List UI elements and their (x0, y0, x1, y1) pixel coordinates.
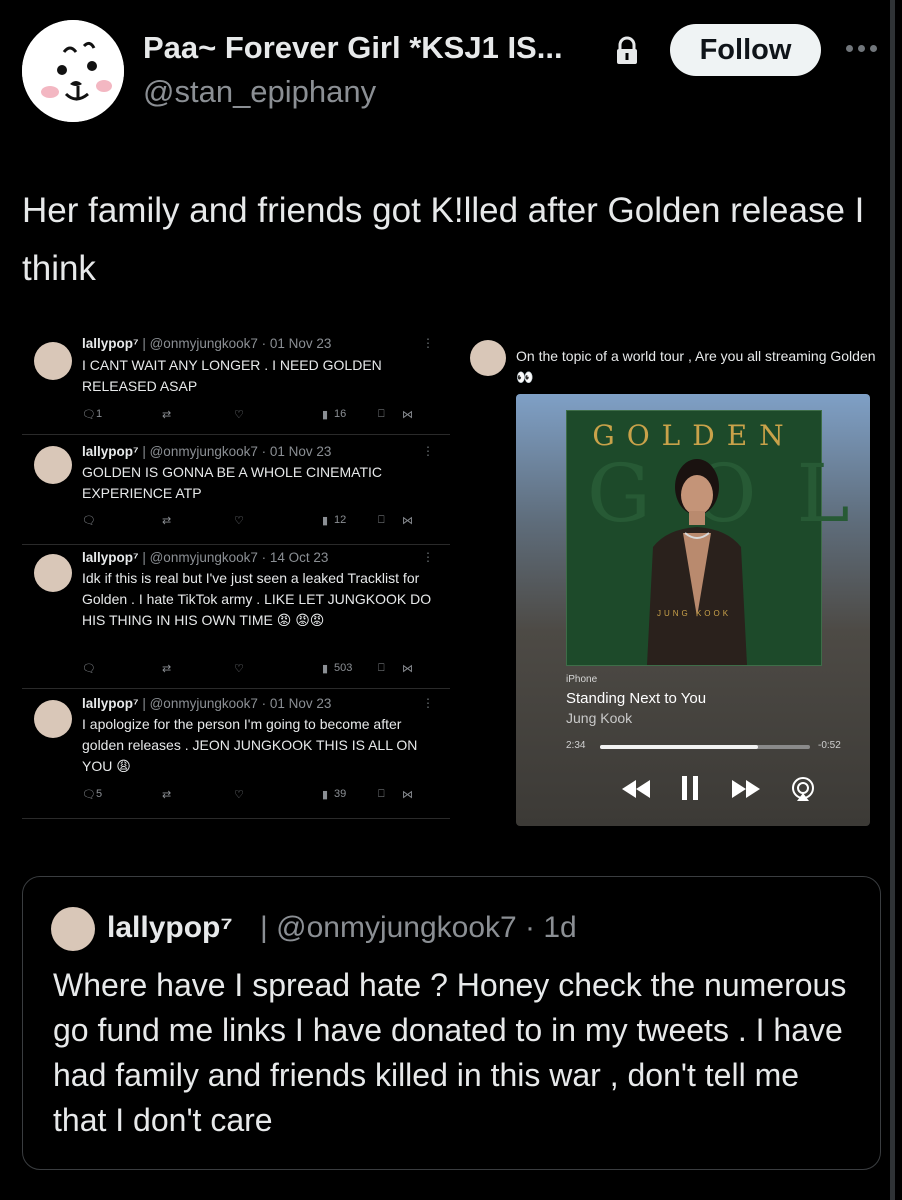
tweet-body: GOLDEN IS GONNA BE A WHOLE CINEMATIC EXP… (82, 464, 383, 501)
more-icon: ⋮ (422, 550, 434, 564)
quoted-tweet-text: Where have I spread hate ? Honey check t… (53, 967, 847, 1138)
tweet-actions: 🗨︎ ⇄ ♡ ▮ 503 ⎕ ⋈ (82, 662, 426, 678)
avatar[interactable] (51, 907, 95, 951)
views-icon: ▮ (322, 789, 329, 801)
elapsed-time: 2:34 (566, 740, 586, 751)
bookmark-icon: ⎕ (378, 788, 385, 800)
divider (22, 434, 450, 435)
tweet-body: I CANT WAIT ANY LONGER . I NEED GOLDEN R… (82, 357, 382, 394)
music-player: GOLDEN GOLDEN JUNG KOOK iPhone Standing … (516, 394, 870, 826)
output-device: iPhone (566, 674, 598, 685)
more-options-icon[interactable] (846, 40, 880, 56)
album-cover: GOLDEN GOLDEN JUNG KOOK (566, 410, 870, 666)
avatar (34, 554, 72, 592)
more-icon: ⋮ (422, 696, 434, 710)
tweet-body: Idk if this is real but I've just seen a… (82, 570, 432, 628)
retweet-icon: ⇄ (162, 409, 172, 421)
like-icon: ♡ (234, 409, 244, 421)
views-icon: ▮ (322, 663, 329, 675)
song-title: Standing Next to You (566, 690, 707, 707)
retweet-icon: ⇄ (162, 789, 172, 801)
share-icon: ⋈ (402, 789, 413, 801)
author-handle: | @onmyjungkook7 · 01 Nov 23 (142, 336, 332, 351)
progress-bar (600, 745, 810, 749)
fast-forward-icon (732, 780, 760, 798)
reply-icon: 🗨︎ (82, 515, 96, 527)
quoted-author-handle[interactable]: | @onmyjungkook7 · 1d (260, 911, 577, 945)
quoted-tweet[interactable]: lallypop⁷ | @onmyjungkook7 · 1d Where ha… (22, 876, 881, 1170)
views-icon: ▮ (322, 515, 329, 527)
artist-figure-icon (647, 459, 747, 665)
avatar (34, 700, 72, 738)
caption-text: On the topic of a world tour , Are you a… (516, 348, 876, 385)
profile-avatar[interactable] (22, 20, 124, 122)
retweet-icon: ⇄ (162, 663, 172, 675)
share-icon: ⋈ (402, 409, 413, 421)
album-title: GOLDEN (592, 419, 796, 452)
avatar (34, 342, 72, 380)
divider (22, 544, 450, 545)
bookmark-icon: ⎕ (378, 662, 385, 674)
avatar (470, 340, 506, 376)
divider (22, 688, 450, 689)
embedded-image-tweets[interactable]: lallypop⁷ | @onmyjungkook7 · 01 Nov 23 ⋮… (22, 332, 450, 828)
share-icon: ⋈ (402, 515, 413, 527)
pause-icon (682, 776, 698, 800)
tweet-actions: 🗨︎ 1 ⇄ ♡ ▮ 16 ⎕ ⋈ (82, 408, 426, 424)
views-count: 503 (334, 662, 353, 674)
bookmark-icon: ⎕ (378, 408, 385, 420)
avatar (34, 446, 72, 484)
views-count: 16 (334, 408, 347, 420)
reply-count: 1 (96, 408, 103, 420)
reply-count: 5 (96, 788, 103, 800)
embedded-image-player[interactable]: On the topic of a world tour , Are you a… (462, 332, 882, 832)
display-name[interactable]: Paa~ Forever Girl *KSJ1 IS... (143, 30, 563, 66)
bookmark-icon: ⎕ (378, 514, 385, 526)
divider (22, 818, 450, 819)
remaining-time: -0:52 (818, 740, 841, 751)
progress-fill (600, 745, 758, 749)
author-handle: | @onmyjungkook7 · 14 Oct 23 (142, 550, 329, 565)
share-icon: ⋈ (402, 663, 413, 675)
like-icon: ♡ (234, 663, 244, 675)
reply-icon: 🗨︎ (82, 789, 96, 801)
author-name: lallypop⁷ (82, 550, 139, 565)
like-icon: ♡ (234, 515, 244, 527)
tweet-actions: 🗨︎ 5 ⇄ ♡ ▮ 39 ⎕ ⋈ (82, 788, 426, 804)
reply-icon: 🗨︎ (82, 409, 96, 421)
reply-icon: 🗨︎ (82, 663, 96, 675)
more-icon: ⋮ (422, 444, 434, 458)
song-artist: Jung Kook (566, 710, 633, 726)
tweet-text: Her family and friends got K!lled after … (22, 191, 865, 288)
lock-icon (617, 36, 637, 64)
follow-button[interactable]: Follow (670, 24, 821, 76)
author-handle: | @onmyjungkook7 · 01 Nov 23 (142, 444, 332, 459)
bear-avatar-icon (22, 20, 124, 122)
quoted-author-name[interactable]: lallypop⁷ (107, 911, 233, 945)
user-handle[interactable]: @stan_epiphany (143, 74, 376, 110)
scrollbar[interactable] (890, 0, 895, 1200)
album-artist: JUNG KOOK (656, 609, 732, 618)
author-name: lallypop⁷ (82, 696, 139, 711)
tweet-body: I apologize for the person I'm going to … (82, 716, 418, 774)
author-name: lallypop⁷ (82, 444, 139, 459)
tweet-actions: 🗨︎ ⇄ ♡ ▮ 12 ⎕ ⋈ (82, 514, 426, 530)
rewind-icon (622, 780, 650, 798)
more-icon: ⋮ (422, 336, 434, 350)
author-name: lallypop⁷ (82, 336, 139, 351)
views-count: 39 (334, 788, 347, 800)
like-icon: ♡ (234, 789, 244, 801)
author-handle: | @onmyjungkook7 · 01 Nov 23 (142, 696, 332, 711)
views-icon: ▮ (322, 409, 329, 421)
views-count: 12 (334, 514, 347, 526)
retweet-icon: ⇄ (162, 515, 172, 527)
airplay-icon (792, 777, 814, 801)
